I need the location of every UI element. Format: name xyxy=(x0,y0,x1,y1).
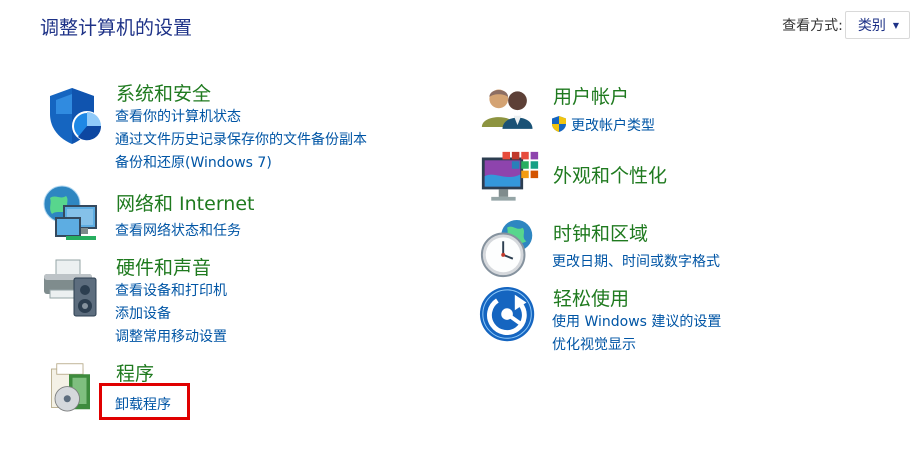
category-title-ease-of-access[interactable]: 轻松使用 xyxy=(553,284,629,311)
view-by-control: 查看方式: 类别 ▼ xyxy=(782,11,910,39)
view-by-dropdown[interactable]: 类别 ▼ xyxy=(844,11,910,39)
highlight-uninstall-box xyxy=(99,383,190,420)
page-title: 调整计算机的设置 xyxy=(40,17,193,39)
category-title-system-security[interactable]: 系统和安全 xyxy=(116,79,211,106)
link-change-account-type[interactable]: 更改帐户类型 xyxy=(550,115,655,135)
ease-of-access-icon[interactable] xyxy=(478,285,540,347)
category-title-clock-region[interactable]: 时钟和区域 xyxy=(553,219,648,246)
category-hardware-sound: 硬件和声音 查看设备和打印机 添加设备 调整常用移动设置 xyxy=(40,256,440,346)
link-optimize-visual[interactable]: 优化视觉显示 xyxy=(552,334,636,354)
category-title-hardware-sound[interactable]: 硬件和声音 xyxy=(116,253,211,280)
link-devices-printers[interactable]: 查看设备和打印机 xyxy=(115,280,227,300)
link-backup-restore[interactable]: 备份和还原(Windows 7) xyxy=(115,152,272,172)
programs-disc-icon[interactable] xyxy=(48,362,104,418)
clock-globe-icon[interactable] xyxy=(478,218,540,280)
category-system-security: 系统和安全 查看你的计算机状态 通过文件历史记录保存你的文件备份副本 备份和还原… xyxy=(40,82,440,182)
security-shield-icon[interactable] xyxy=(42,84,106,148)
link-change-account-type-label: 更改帐户类型 xyxy=(571,118,655,134)
category-clock-region: 时钟和区域 更改日期、时间或数字格式 xyxy=(478,218,898,278)
link-view-network-status[interactable]: 查看网络状态和任务 xyxy=(115,220,241,240)
link-change-date-time-format[interactable]: 更改日期、时间或数字格式 xyxy=(552,251,720,271)
category-title-network-internet[interactable]: 网络和 Internet xyxy=(116,189,254,216)
category-title-programs[interactable]: 程序 xyxy=(116,359,154,386)
monitor-palette-icon[interactable] xyxy=(480,150,540,210)
users-icon[interactable] xyxy=(480,82,540,142)
category-title-appearance[interactable]: 外观和个性化 xyxy=(553,161,667,188)
view-by-value: 类别 xyxy=(857,18,886,34)
printer-speaker-icon[interactable] xyxy=(40,256,104,320)
uac-shield-icon xyxy=(552,116,566,132)
category-appearance: 外观和个性化 xyxy=(478,148,898,208)
link-add-device[interactable]: 添加设备 xyxy=(115,303,171,323)
link-windows-recommended[interactable]: 使用 Windows 建议的设置 xyxy=(552,311,721,331)
link-file-history-backup[interactable]: 通过文件历史记录保存你的文件备份副本 xyxy=(115,129,367,149)
link-mobility-settings[interactable]: 调整常用移动设置 xyxy=(115,326,227,346)
category-user-accounts: 用户帐户 更改帐户类型 xyxy=(478,82,898,142)
view-by-label: 查看方式: xyxy=(782,18,843,34)
chevron-down-icon: ▼ xyxy=(892,20,899,30)
category-network-internet: 网络和 Internet 查看网络状态和任务 xyxy=(40,185,440,248)
link-view-computer-status[interactable]: 查看你的计算机状态 xyxy=(115,106,241,126)
category-ease-of-access: 轻松使用 使用 Windows 建议的设置 优化视觉显示 xyxy=(478,285,898,355)
network-globe-icon[interactable] xyxy=(40,184,104,248)
category-title-user-accounts[interactable]: 用户帐户 xyxy=(553,82,629,109)
